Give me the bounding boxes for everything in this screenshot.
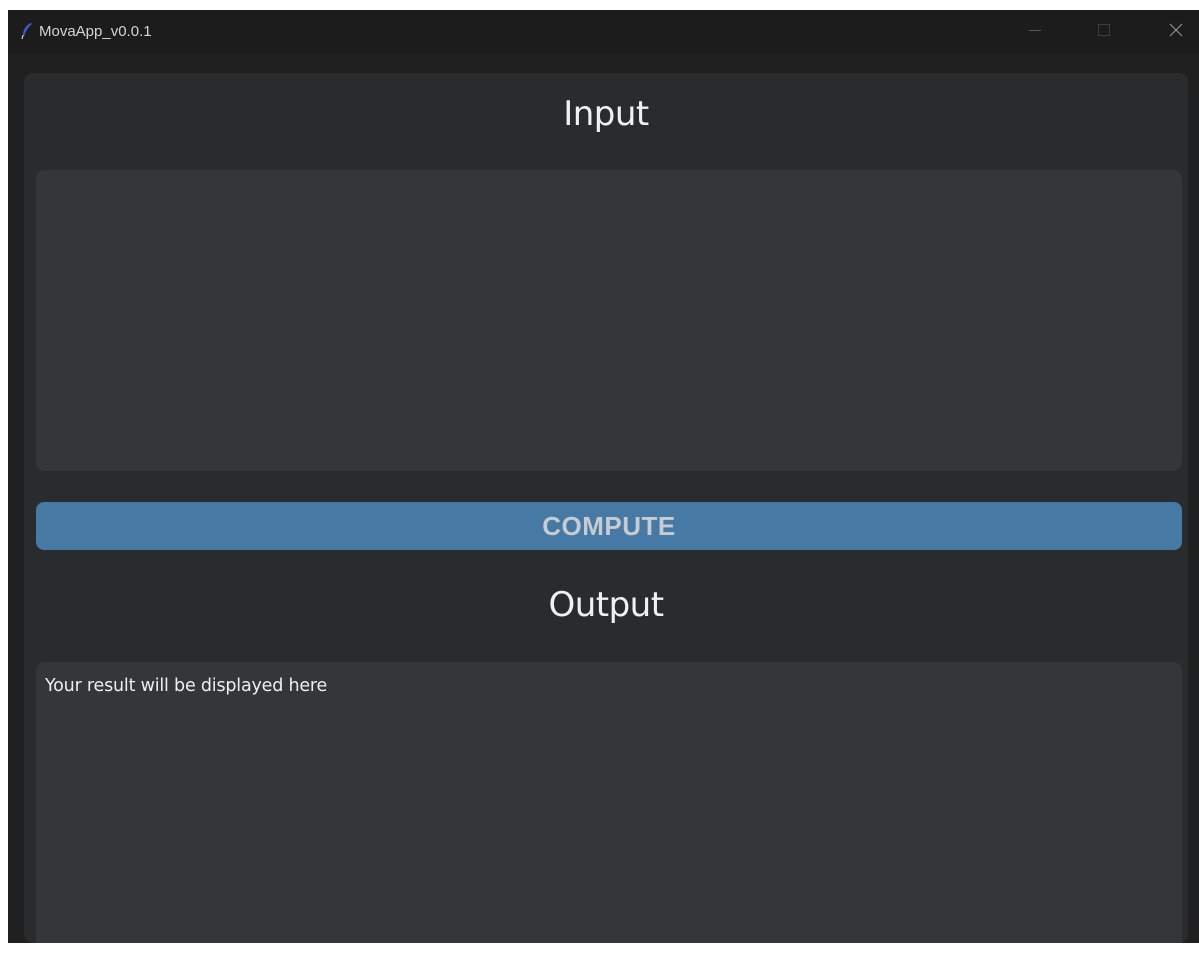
output-box: Your result will be displayed here: [36, 662, 1182, 943]
output-text: Your result will be displayed here: [45, 676, 328, 696]
feather-icon: [20, 22, 34, 40]
input-heading: Input: [563, 94, 649, 134]
input-textarea[interactable]: [36, 170, 1182, 471]
output-heading: Output: [548, 585, 664, 625]
app-window: MovaApp_v0.0.1 Input COMPUTE Output Your…: [8, 10, 1199, 943]
maximize-button[interactable]: [1081, 10, 1127, 54]
compute-button[interactable]: COMPUTE: [36, 502, 1182, 550]
title-bar[interactable]: MovaApp_v0.0.1: [8, 10, 1199, 54]
window-title: MovaApp_v0.0.1: [39, 23, 152, 40]
main-panel: Input COMPUTE Output Your result will be…: [24, 73, 1188, 943]
minimize-button[interactable]: [1012, 10, 1058, 54]
minimize-icon: [1029, 23, 1041, 41]
close-button[interactable]: [1153, 10, 1199, 54]
close-icon: [1169, 23, 1183, 42]
maximize-icon: [1098, 23, 1110, 41]
